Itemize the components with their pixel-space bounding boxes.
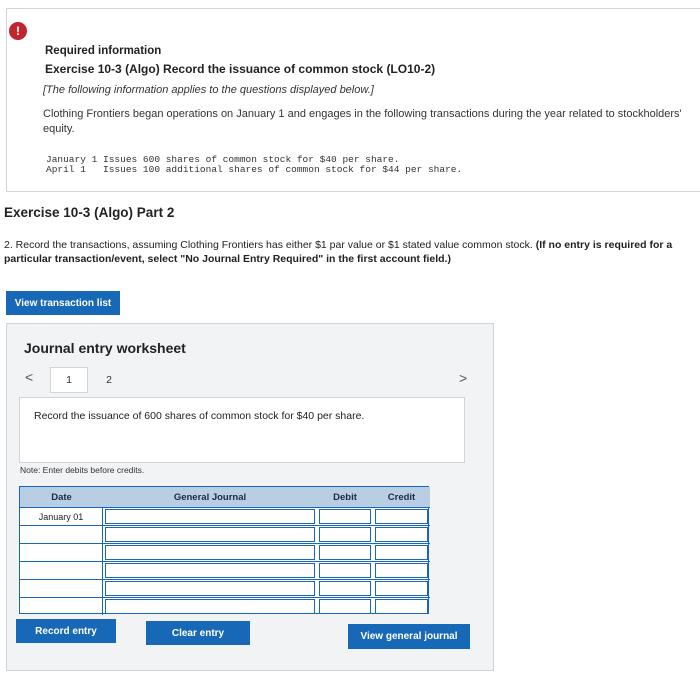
view-transaction-list-button[interactable]: View transaction list — [6, 291, 120, 315]
account-field[interactable] — [105, 581, 315, 596]
applies-note: [The following information applies to th… — [43, 84, 374, 96]
debits-credits-note: Note: Enter debits before credits. — [20, 465, 145, 475]
date-cell[interactable] — [20, 598, 103, 615]
table-row — [20, 525, 430, 543]
worksheet-title: Journal entry worksheet — [24, 340, 186, 356]
debit-field[interactable] — [319, 527, 371, 542]
date-cell[interactable] — [20, 562, 103, 579]
transaction-line: April 1 Issues 100 additional shares of … — [46, 164, 463, 175]
debit-field[interactable] — [319, 563, 371, 578]
table-row: January 01 — [20, 507, 430, 525]
journal-entry-worksheet: Journal entry worksheet < 1 2 > Record t… — [6, 323, 494, 671]
part-instruction: 2. Record the transactions, assuming Clo… — [4, 238, 694, 266]
table-row — [20, 597, 430, 615]
account-field[interactable] — [105, 509, 315, 524]
date-cell[interactable] — [20, 526, 103, 543]
tab-page-2[interactable]: 2 — [91, 367, 127, 393]
credit-field[interactable] — [375, 563, 428, 578]
debit-field[interactable] — [319, 509, 371, 524]
required-information-panel: ! Required information Exercise 10-3 (Al… — [6, 8, 700, 192]
scenario-description: Clothing Frontiers began operations on J… — [43, 108, 682, 135]
tab-page-1[interactable]: 1 — [50, 367, 88, 393]
required-information-label: Required information — [45, 45, 162, 57]
account-field[interactable] — [105, 599, 315, 614]
record-entry-button[interactable]: Record entry — [16, 619, 116, 643]
credit-field[interactable] — [375, 599, 428, 614]
debit-field[interactable] — [319, 581, 371, 596]
credit-field[interactable] — [375, 527, 428, 542]
table-row — [20, 579, 430, 597]
exercise-title: Exercise 10-3 (Algo) Record the issuance… — [45, 62, 436, 76]
date-cell[interactable] — [20, 580, 103, 597]
transaction-prompt: Record the issuance of 600 shares of com… — [34, 410, 365, 422]
date-cell[interactable]: January 01 — [20, 508, 103, 525]
part-title: Exercise 10-3 (Algo) Part 2 — [4, 205, 175, 220]
account-field[interactable] — [105, 527, 315, 542]
column-header-date: Date — [20, 487, 103, 507]
column-header-credit: Credit — [373, 487, 430, 507]
debit-field[interactable] — [319, 599, 371, 614]
column-header-debit: Debit — [317, 487, 373, 507]
chevron-left-icon[interactable]: < — [25, 369, 33, 385]
table-row — [20, 561, 430, 579]
column-header-general-journal: General Journal — [103, 487, 317, 507]
debit-field[interactable] — [319, 545, 371, 560]
credit-field[interactable] — [375, 545, 428, 560]
view-general-journal-button[interactable]: View general journal — [348, 624, 470, 649]
chevron-right-icon[interactable]: > — [459, 370, 467, 386]
date-cell[interactable] — [20, 544, 103, 561]
alert-icon: ! — [9, 22, 27, 40]
journal-table: Date General Journal Debit Credit Januar… — [19, 486, 430, 615]
clear-entry-button[interactable]: Clear entry — [146, 621, 250, 645]
account-field[interactable] — [105, 563, 315, 578]
table-row — [20, 543, 430, 561]
account-field[interactable] — [105, 545, 315, 560]
credit-field[interactable] — [375, 581, 428, 596]
credit-field[interactable] — [375, 509, 428, 524]
transaction-prompt-box: Record the issuance of 600 shares of com… — [19, 397, 465, 463]
instruction-text: 2. Record the transactions, assuming Clo… — [4, 239, 533, 251]
